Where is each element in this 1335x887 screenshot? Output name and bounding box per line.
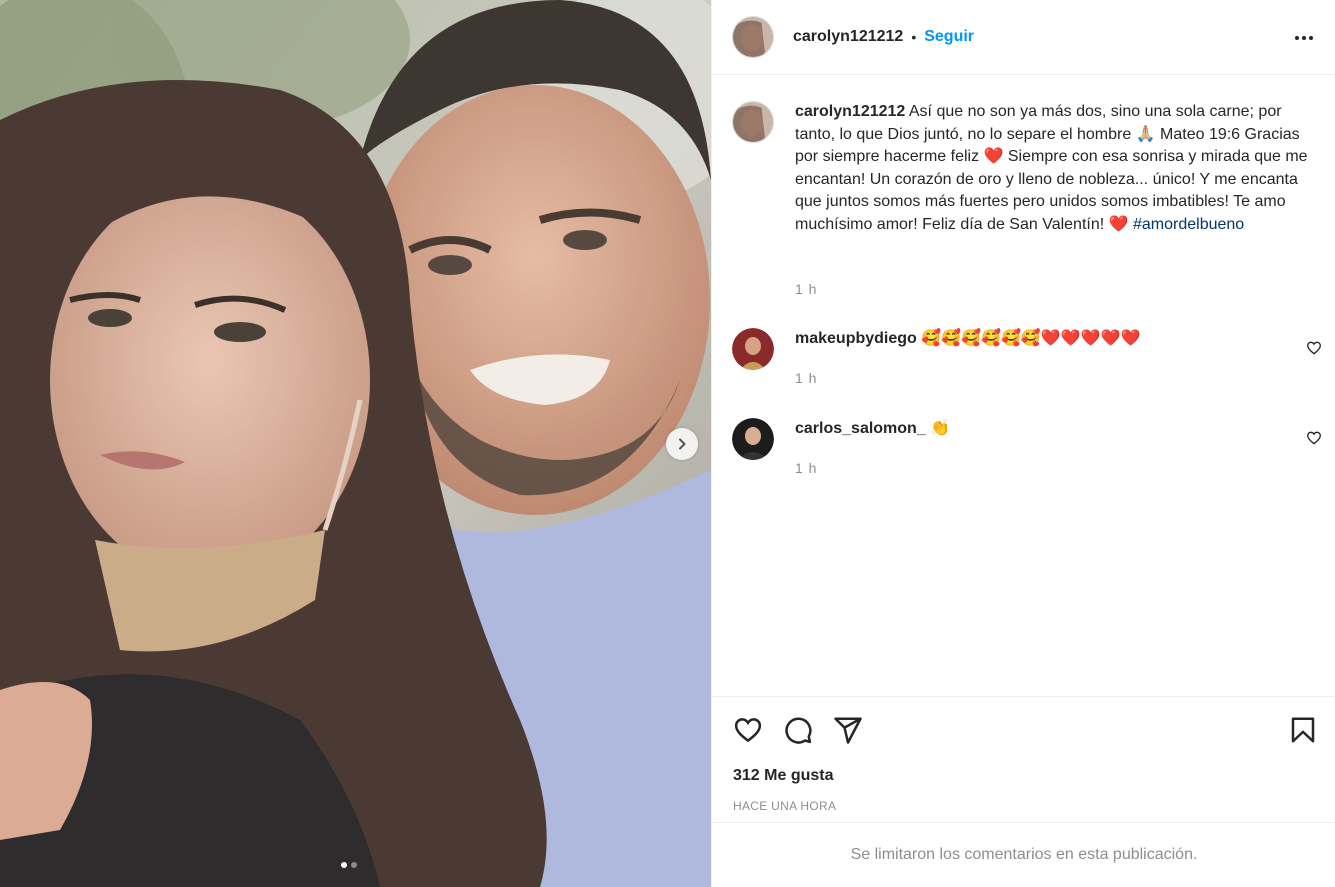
carousel-indicator <box>341 862 357 868</box>
more-horizontal-icon <box>1295 36 1313 40</box>
post-side-panel: carolyn121212 • Seguir carolyn121212 Así… <box>711 0 1335 887</box>
caption-item: carolyn121212 Así que no son ya más dos,… <box>732 101 1322 301</box>
carousel-dot-1 <box>341 862 347 868</box>
post-header: carolyn121212 • Seguir <box>712 0 1335 75</box>
comment-text: carlos_salomon_ 👏 <box>795 418 1315 441</box>
chevron-right-icon <box>679 438 686 450</box>
post-actions: 312 Me gusta HACE UNA HORA <box>712 696 1335 822</box>
comment-username[interactable]: makeupbydiego <box>795 330 917 347</box>
instagram-post: carolyn121212 • Seguir carolyn121212 Así… <box>0 0 1335 887</box>
commenter-avatar[interactable] <box>732 418 774 460</box>
comment-item: carlos_salomon_ 👏 1 h <box>732 418 1322 478</box>
caption-time: 1 h <box>795 281 818 297</box>
comment-username[interactable]: carlos_salomon_ <box>795 420 926 437</box>
separator-dot: • <box>911 29 917 45</box>
caption-avatar[interactable] <box>732 101 774 143</box>
hashtag-link[interactable]: #amordelbueno <box>1133 216 1244 233</box>
post-timestamp: HACE UNA HORA <box>733 799 837 813</box>
heart-outline-icon[interactable] <box>1306 340 1322 356</box>
author-username[interactable]: carolyn121212 <box>793 28 903 46</box>
comment-emojis: 🥰🥰🥰🥰🥰🥰❤️❤️❤️❤️❤️ <box>921 330 1141 347</box>
red-heart-emoji: ❤️ <box>1108 215 1129 233</box>
more-options-button[interactable] <box>1292 26 1316 50</box>
follow-button[interactable]: Seguir <box>924 28 974 46</box>
comment-time: 1 h <box>795 370 818 386</box>
heart-icon[interactable] <box>733 715 763 745</box>
comment-text: makeupbydiego 🥰🥰🥰🥰🥰🥰❤️❤️❤️❤️❤️ <box>795 328 1315 351</box>
praying-hands-emoji: 🙏🏼 <box>1135 125 1156 143</box>
post-media[interactable] <box>0 0 711 887</box>
comments-list[interactable]: carolyn121212 Así que no son ya más dos,… <box>712 76 1335 696</box>
comments-limited-notice: Se limitaron los comentarios en esta pub… <box>712 822 1335 887</box>
comment-time: 1 h <box>795 460 818 476</box>
clapping-hands-emoji: 👏 <box>930 420 951 437</box>
commenter-avatar[interactable] <box>732 328 774 370</box>
post-photo <box>0 0 711 887</box>
carousel-next-button[interactable] <box>666 428 698 460</box>
send-icon[interactable] <box>833 715 863 745</box>
caption-text: carolyn121212 Así que no son ya más dos,… <box>795 101 1315 236</box>
caption-username[interactable]: carolyn121212 <box>795 103 905 120</box>
likes-count[interactable]: 312 Me gusta <box>733 767 833 785</box>
carousel-dot-2 <box>351 862 357 868</box>
comment-item: makeupbydiego 🥰🥰🥰🥰🥰🥰❤️❤️❤️❤️❤️ 1 h <box>732 328 1322 388</box>
author-avatar[interactable] <box>732 16 774 58</box>
red-heart-emoji: ❤️ <box>983 148 1004 165</box>
comment-icon[interactable] <box>783 715 813 745</box>
heart-outline-icon[interactable] <box>1306 430 1322 446</box>
bookmark-icon[interactable] <box>1288 715 1318 745</box>
